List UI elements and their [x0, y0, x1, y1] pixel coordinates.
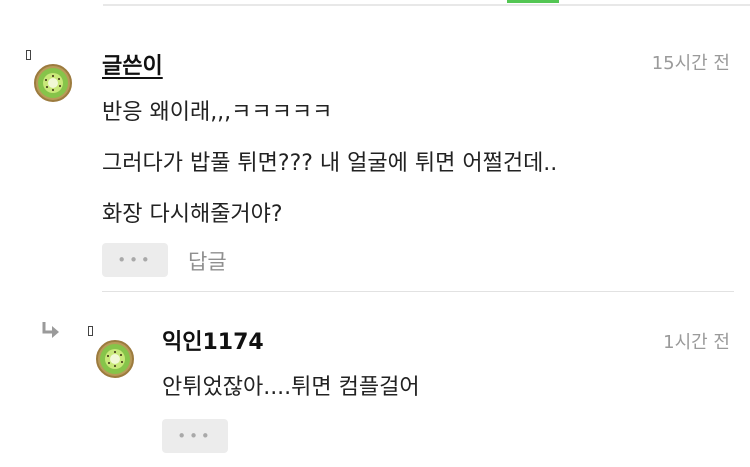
kiwi-avatar-icon[interactable]	[96, 340, 134, 378]
comment-divider	[102, 291, 734, 292]
reply-marker-icon	[88, 326, 93, 336]
reply-text-line: 안튀었잖아....튀면 컴플걸어	[162, 375, 420, 400]
reply-button[interactable]: 답글	[188, 246, 227, 276]
more-options-button[interactable]: •••	[162, 419, 228, 453]
comment-marker-icon	[26, 50, 31, 60]
reply-author[interactable]: 익인1174	[162, 324, 264, 356]
reply-arrow-icon	[42, 322, 59, 338]
kiwi-avatar-icon[interactable]	[34, 64, 72, 102]
top-divider	[103, 4, 750, 6]
more-options-button[interactable]: •••	[102, 243, 168, 277]
comment-text-line: 화장 다시해줄거야?	[102, 202, 283, 227]
reply-time: 1시간 전	[663, 332, 730, 353]
comment-time: 15시간 전	[651, 53, 730, 74]
comment-author[interactable]: 글쓴이	[102, 48, 163, 80]
active-tab-indicator	[507, 0, 559, 3]
comment-text-line: 그러다가 밥풀 튀면??? 내 얼굴에 튀면 어쩔건데..	[102, 151, 558, 176]
comment-text-line: 반응 왜이래,,,ㅋㅋㅋㅋㅋ	[102, 100, 333, 125]
